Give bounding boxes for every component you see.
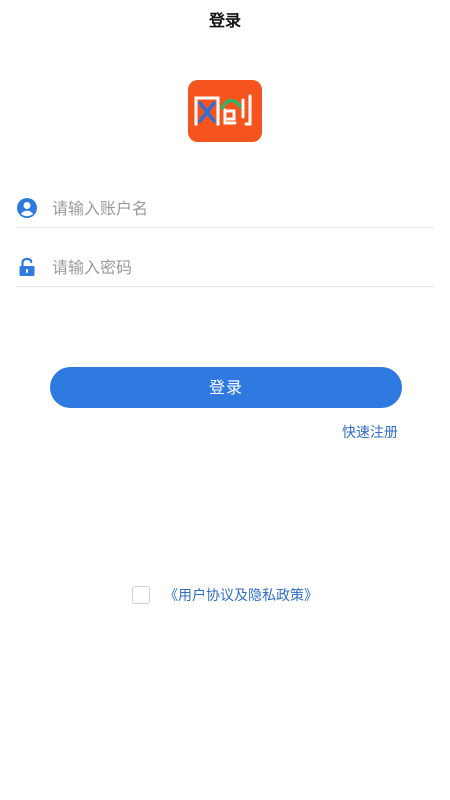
password-input[interactable] (52, 252, 412, 282)
password-row (16, 248, 434, 287)
app-logo (188, 80, 262, 142)
page-title: 登录 (208, 11, 241, 30)
lock-icon (16, 256, 38, 278)
app-logo-icon (188, 80, 262, 142)
user-icon (16, 197, 38, 219)
agreement-link[interactable]: 《用户协议及隐私政策》 (164, 585, 318, 605)
agreement-row: 《用户协议及隐私政策》 (0, 585, 450, 605)
username-input[interactable] (52, 193, 412, 223)
agreement-checkbox[interactable] (132, 586, 150, 604)
quick-register-link[interactable]: 快速注册 (342, 422, 398, 442)
username-row (16, 189, 434, 228)
login-page: 登录 请输入账户名 登录 快速注册 《用户协议及隐私政策》 (0, 0, 450, 800)
login-button[interactable]: 登录 (50, 367, 402, 408)
